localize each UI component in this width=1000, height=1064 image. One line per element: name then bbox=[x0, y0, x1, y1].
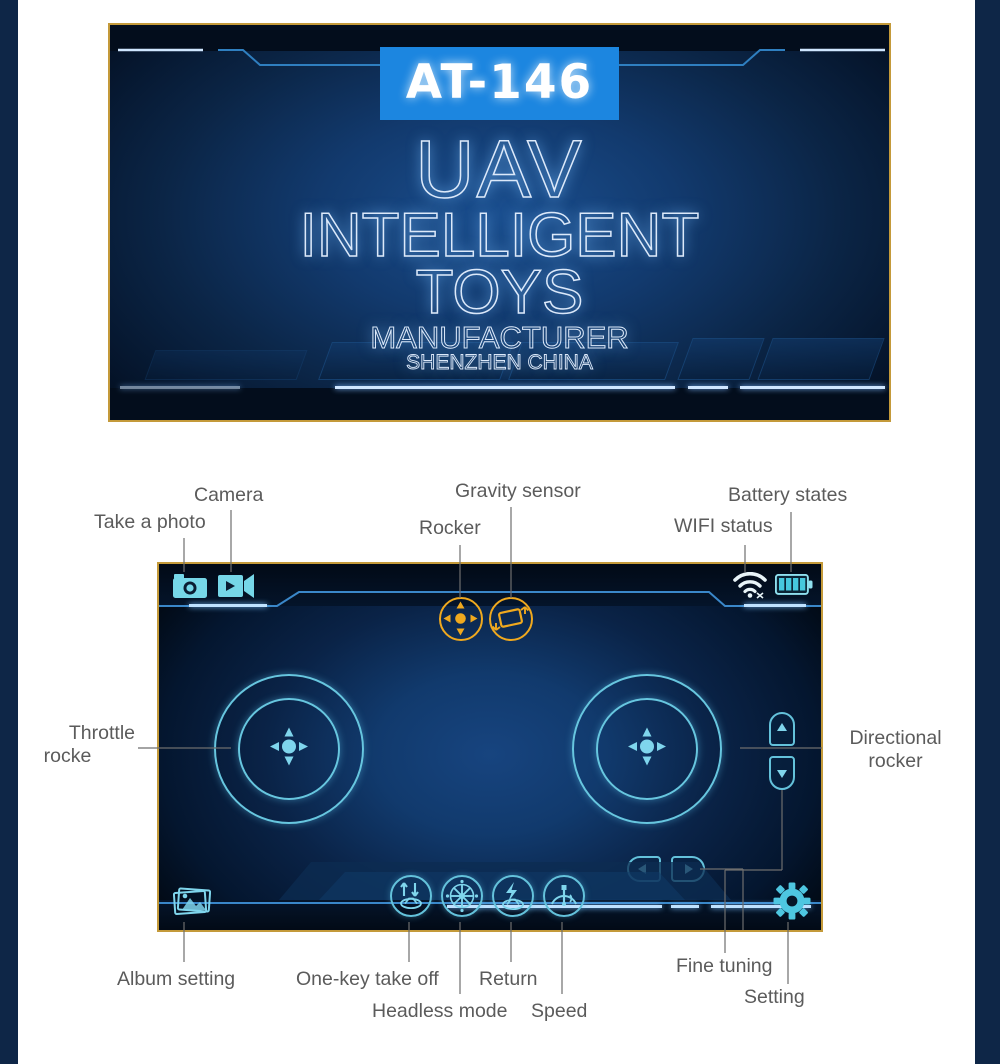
camera-video-icon[interactable] bbox=[218, 573, 254, 604]
splash-line-manufacturer: MANUFACTURER bbox=[370, 319, 629, 355]
bottom-glow-bar-2 bbox=[671, 905, 699, 908]
label-throttle-rocker-line1: Throttle bbox=[68, 722, 135, 744]
battery-status-icon[interactable] bbox=[774, 573, 813, 601]
one-key-takeoff-button[interactable] bbox=[390, 875, 432, 917]
label-directional-rocker-line2: rocker bbox=[868, 750, 923, 772]
fine-tune-up-button[interactable] bbox=[769, 712, 795, 746]
splash-line-toys: TOYS bbox=[415, 258, 584, 328]
headless-mode-button[interactable] bbox=[441, 875, 483, 917]
label-fine-tuning: Fine tuning bbox=[676, 955, 773, 977]
label-wifi-status: WIFI status bbox=[674, 515, 773, 537]
directional-rocker-nub[interactable] bbox=[622, 722, 672, 777]
directional-rocker[interactable] bbox=[572, 674, 722, 824]
splash-screen-image: AT-146 UAV INTELLIGENT TOYS MANUFACTURER… bbox=[108, 23, 891, 422]
label-rocker: Rocker bbox=[419, 517, 481, 539]
splash-text-block: AT-146 UAV INTELLIGENT TOYS MANUFACTURER… bbox=[110, 25, 889, 420]
throttle-rocker[interactable] bbox=[214, 674, 364, 824]
rocker-mode-button[interactable] bbox=[439, 597, 483, 641]
splash-line-location: SHENZHEN CHINA bbox=[406, 351, 594, 375]
top-right-glow-bar bbox=[744, 604, 806, 607]
throttle-rocker-nub[interactable] bbox=[264, 722, 314, 777]
label-throttle-rocker: Throttle rocke bbox=[0, 722, 135, 768]
label-headless-mode: Headless mode bbox=[372, 1000, 508, 1022]
wifi-status-icon[interactable] bbox=[733, 571, 767, 604]
gravity-sensor-button[interactable] bbox=[489, 597, 533, 641]
return-button[interactable] bbox=[492, 875, 534, 917]
label-take-a-photo: Take a photo bbox=[94, 511, 206, 533]
album-setting-button[interactable] bbox=[172, 886, 212, 921]
setting-button[interactable] bbox=[773, 882, 811, 925]
label-speed: Speed bbox=[531, 1000, 588, 1022]
bottom-hud-divider bbox=[159, 902, 821, 904]
label-directional-rocker-line1: Directional bbox=[849, 727, 942, 749]
model-number-badge: AT-146 bbox=[379, 47, 620, 120]
label-throttle-rocker-line2: rocke bbox=[43, 745, 92, 767]
label-gravity-sensor: Gravity sensor bbox=[455, 480, 581, 502]
fine-tune-down-button[interactable] bbox=[769, 756, 795, 790]
label-camera: Camera bbox=[194, 484, 264, 506]
label-one-key-take-off: One-key take off bbox=[296, 968, 439, 990]
label-album-setting: Album setting bbox=[117, 968, 236, 990]
take-photo-icon[interactable] bbox=[173, 573, 207, 604]
splash-line-intelligent: INTELLIGENT bbox=[299, 201, 700, 271]
bottom-hud-decoration bbox=[279, 862, 731, 900]
label-return: Return bbox=[479, 968, 538, 990]
speed-button[interactable] bbox=[543, 875, 585, 917]
top-left-glow-bar bbox=[189, 604, 267, 607]
label-setting: Setting bbox=[744, 986, 805, 1008]
controller-app-screenshot bbox=[157, 562, 823, 932]
label-directional-rocker: Directional rocker bbox=[838, 727, 953, 773]
label-battery-states: Battery states bbox=[728, 484, 848, 506]
splash-line-uav: UAV bbox=[414, 124, 584, 215]
